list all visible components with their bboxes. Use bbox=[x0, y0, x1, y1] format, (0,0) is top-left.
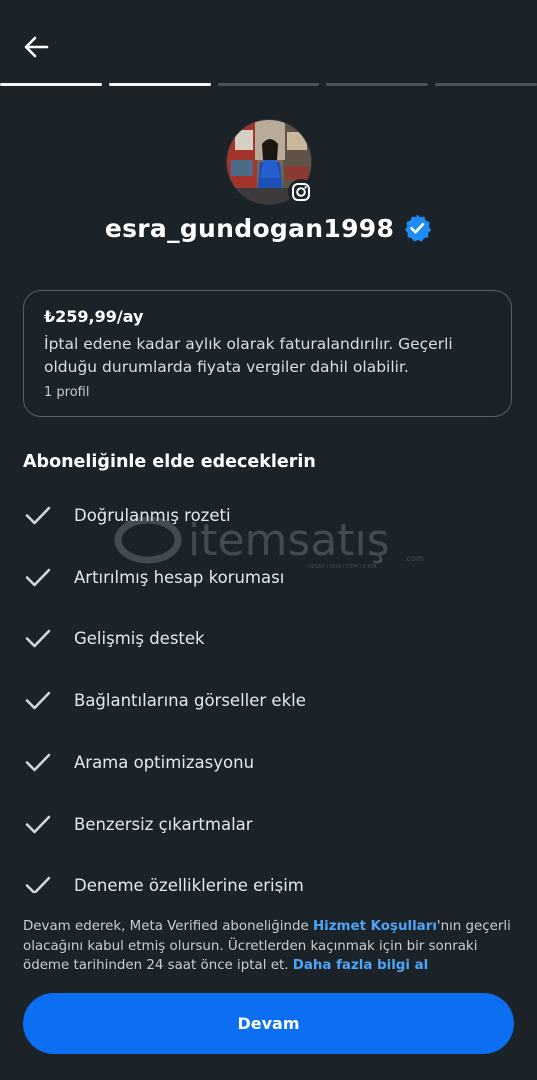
terms-of-service-link[interactable]: Hizmet Koşulları bbox=[313, 919, 437, 934]
benefit-label: Arama optimizasyonu bbox=[74, 752, 255, 772]
checkmark-icon bbox=[23, 747, 53, 777]
benefit-verified-badge: Doğrulanmış rozeti bbox=[23, 493, 513, 537]
learn-more-link[interactable]: Daha fazla bilgi al bbox=[293, 958, 429, 973]
checkmark-icon bbox=[23, 870, 53, 893]
instagram-icon bbox=[288, 179, 314, 205]
benefit-trial-features: Deneme özelliklerine erişim bbox=[23, 863, 513, 893]
benefit-unique-stickers: Benzersiz çıkartmalar bbox=[23, 802, 513, 846]
checkmark-icon bbox=[23, 500, 53, 530]
progress-step-1 bbox=[0, 83, 102, 86]
progress-step-4 bbox=[326, 83, 429, 86]
username: esra_gundogan1998 bbox=[104, 213, 395, 243]
benefit-label: Bağlantılarına görseller ekle bbox=[74, 690, 306, 710]
subscription-price-card: ₺259,99/ay İptal edene kadar aylık olara… bbox=[23, 290, 512, 417]
benefit-search-optimization: Arama optimizasyonu bbox=[23, 740, 513, 784]
progress-step-2 bbox=[108, 83, 211, 86]
step-progress-bar bbox=[0, 83, 537, 87]
profile-count: 1 profil bbox=[44, 385, 90, 400]
continue-button[interactable]: Devam bbox=[23, 993, 514, 1054]
benefit-label: Deneme özelliklerine erişim bbox=[74, 875, 304, 894]
legal-text-part-1: Devam ederek, Meta Verified aboneliğinde bbox=[23, 919, 313, 934]
back-button[interactable] bbox=[18, 30, 54, 64]
username-row: esra_gundogan1998 bbox=[0, 208, 537, 248]
checkmark-icon bbox=[23, 562, 53, 592]
benefit-label: Gelişmiş destek bbox=[74, 628, 205, 648]
checkmark-icon bbox=[23, 809, 53, 839]
price-label: ₺259,99/ay bbox=[44, 307, 144, 326]
verified-badge-icon bbox=[405, 214, 432, 242]
benefit-link-images: Bağlantılarına görseller ekle bbox=[23, 678, 513, 722]
benefits-title: Aboneliğinle elde edeceklerin bbox=[23, 452, 316, 472]
profile-avatar-container bbox=[226, 119, 314, 205]
benefit-label: Doğrulanmış rozeti bbox=[74, 505, 231, 525]
benefit-label: Benzersiz çıkartmalar bbox=[74, 814, 253, 834]
progress-step-5 bbox=[435, 83, 537, 86]
billing-description: İptal edene kadar aylık olarak faturalan… bbox=[44, 335, 453, 376]
legal-disclaimer: Devam ederek, Meta Verified aboneliğinde… bbox=[23, 917, 515, 976]
meta-verified-subscription-screen: esra_gundogan1998 ₺259,99/ay İptal edene… bbox=[0, 0, 537, 1080]
progress-step-3 bbox=[217, 83, 320, 86]
benefit-enhanced-support: Gelişmiş destek bbox=[23, 616, 513, 660]
benefit-account-protection: Artırılmış hesap koruması bbox=[23, 555, 513, 599]
checkmark-icon bbox=[23, 623, 53, 653]
arrow-left-icon bbox=[24, 36, 49, 58]
benefits-list: Doğrulanmış rozeti Artırılmış hesap koru… bbox=[23, 493, 513, 893]
checkmark-icon bbox=[23, 685, 53, 715]
benefit-label: Artırılmış hesap koruması bbox=[74, 567, 285, 587]
